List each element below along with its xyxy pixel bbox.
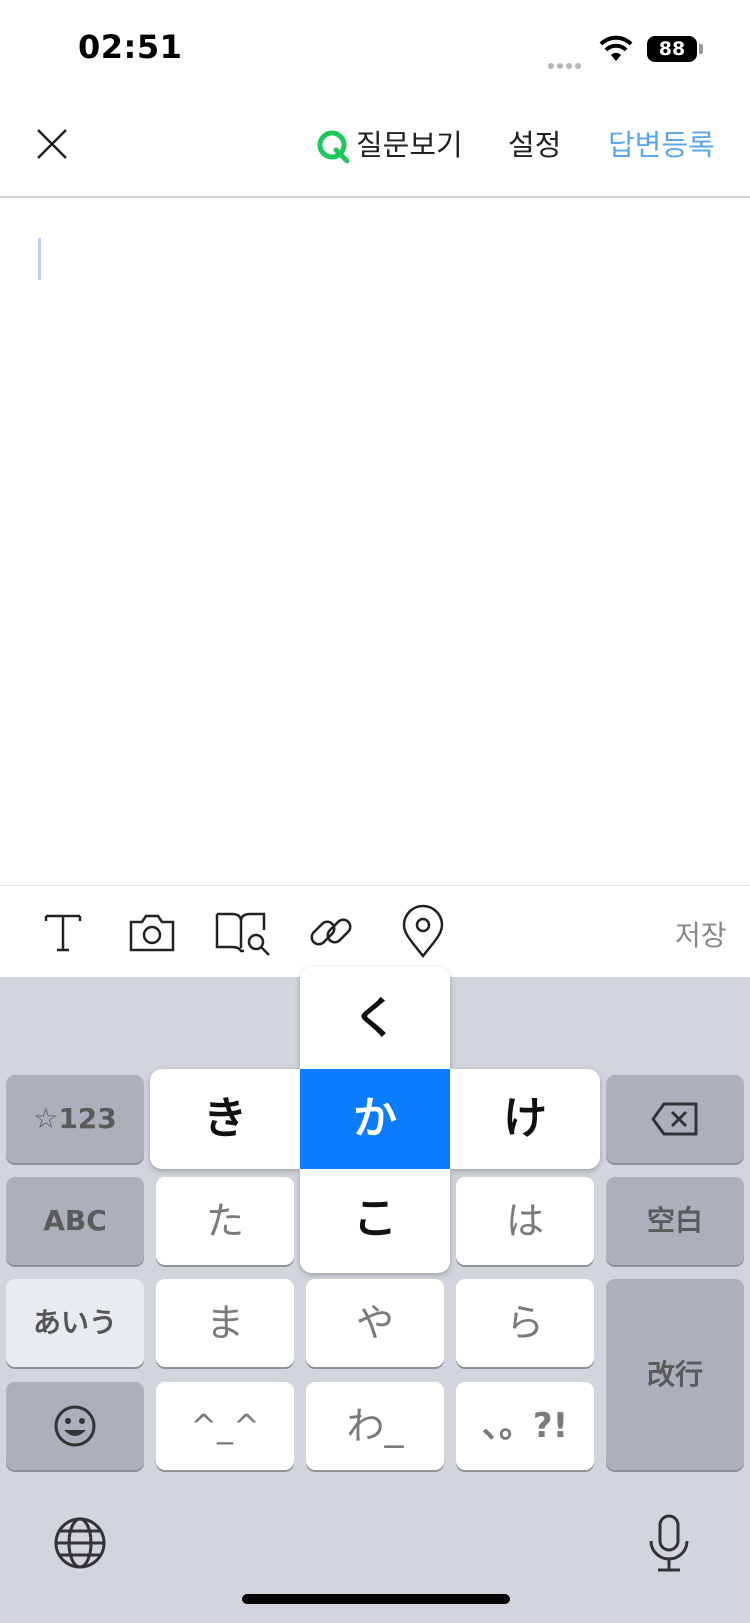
q-icon[interactable] [316, 128, 350, 164]
flick-right-label: け [503, 1093, 547, 1144]
key-abc[interactable]: ABC [6, 1177, 144, 1265]
key-symbols[interactable]: ☆123 [6, 1075, 144, 1163]
key-kana-mode[interactable]: あいう [6, 1279, 144, 1367]
key-ya-label: や [355, 1301, 394, 1345]
globe-icon[interactable] [52, 1515, 108, 1571]
emoji-icon [54, 1405, 96, 1447]
keyboard: ☆123 ABC あいう た は ま や ら ^_^ わ_ 、。?! 空白 改行… [0, 967, 750, 1623]
editor-header: 질문보기 설정 답변등록 [0, 100, 750, 198]
wifi-icon [599, 35, 633, 61]
key-ma-label: ま [205, 1301, 244, 1345]
book-search-icon[interactable] [214, 904, 274, 960]
text-caret [38, 238, 41, 280]
battery-indicator: 88 [647, 36, 697, 62]
key-ta-label: た [205, 1199, 244, 1243]
flick-down-option[interactable]: こ [300, 1169, 450, 1273]
key-return[interactable]: 改行 [606, 1279, 744, 1470]
flick-up-option[interactable]: く [300, 967, 450, 1071]
location-pin-icon[interactable] [400, 904, 446, 960]
text-format-icon[interactable] [40, 904, 86, 960]
flick-center-option[interactable]: か [300, 1069, 450, 1169]
key-emoji[interactable] [6, 1382, 144, 1470]
editor-toolbar: 저장 [0, 885, 750, 978]
flick-center-label: か [353, 1093, 397, 1144]
status-bar: 02:51 88 [0, 0, 750, 100]
backspace-icon [651, 1102, 698, 1136]
status-time: 02:51 [78, 28, 183, 66]
key-kaomoji-label: ^_^ [190, 1407, 260, 1445]
key-ra[interactable]: ら [456, 1279, 594, 1367]
flick-right-option[interactable]: け [450, 1069, 600, 1169]
settings-button[interactable]: 설정 [508, 122, 561, 164]
microphone-icon[interactable] [644, 1513, 694, 1575]
save-button[interactable]: 저장 [675, 914, 727, 954]
key-return-label: 改行 [646, 1358, 703, 1391]
view-question-button[interactable]: 질문보기 [356, 122, 463, 164]
key-ta[interactable]: た [156, 1177, 294, 1265]
flick-left-option[interactable]: き [150, 1069, 300, 1169]
key-kaomoji[interactable]: ^_^ [156, 1382, 294, 1470]
key-space-label: 空白 [646, 1204, 703, 1237]
key-wa[interactable]: わ_ [306, 1382, 444, 1470]
flick-down-label: こ [353, 1193, 397, 1244]
key-ha-label: は [505, 1199, 544, 1243]
key-punctuation-label: 、。?! [481, 1406, 569, 1446]
key-space[interactable]: 空白 [606, 1177, 744, 1265]
camera-icon[interactable] [128, 904, 176, 960]
submit-answer-button[interactable]: 답변등록 [608, 122, 715, 164]
cellular-signal-icon [548, 54, 588, 69]
home-indicator[interactable] [242, 1594, 510, 1604]
answer-editor[interactable] [0, 198, 750, 884]
battery-cap [699, 44, 703, 54]
flick-up-label: く [353, 993, 397, 1044]
close-icon[interactable] [30, 122, 74, 166]
key-punctuation[interactable]: 、。?! [456, 1382, 594, 1470]
key-kana-mode-label: あいう [32, 1306, 117, 1339]
key-ma[interactable]: ま [156, 1279, 294, 1367]
key-abc-label: ABC [43, 1204, 107, 1237]
flick-left-label: き [203, 1093, 247, 1144]
key-symbols-label: ☆123 [33, 1102, 117, 1135]
key-ya[interactable]: や [306, 1279, 444, 1367]
key-ha[interactable]: は [456, 1177, 594, 1265]
key-backspace[interactable] [606, 1075, 744, 1163]
key-wa-label: わ_ [346, 1404, 404, 1448]
key-ra-label: ら [505, 1301, 544, 1345]
link-icon[interactable] [306, 904, 356, 960]
